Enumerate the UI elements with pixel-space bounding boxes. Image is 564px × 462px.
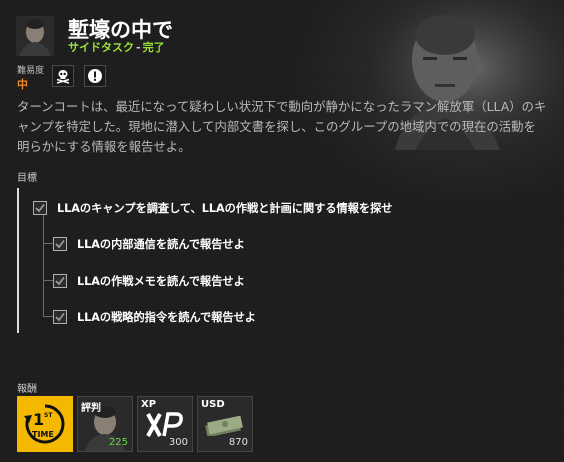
usd-label: USD [201, 399, 225, 410]
checkbox-checked-icon [53, 274, 67, 288]
reputation-value: 225 [108, 437, 128, 448]
first-time-suffix: ST [44, 412, 53, 419]
objective-text: LLAの内部通信を読んで報告せよ [77, 238, 245, 251]
rewards-row: 1 ST TIME 評判 225 XP 300 USD 870 [17, 396, 253, 454]
objective-text: LLAの作戦メモを読んで報告せよ [77, 275, 245, 288]
checkbox-checked-icon [53, 237, 67, 251]
status-separator: - [136, 41, 141, 54]
objective-sub: LLAの戦略的指令を読んで報告せよ [53, 309, 256, 325]
tree-connector [43, 212, 44, 316]
objective-sub: LLAの内部通信を読んで報告せよ [53, 236, 245, 252]
reward-reputation[interactable]: 評判 225 [77, 396, 133, 452]
xp-value: 300 [168, 437, 188, 448]
rewards-label: 報酬 [17, 384, 37, 395]
objective-sub: LLAの作戦メモを読んで報告せよ [53, 273, 245, 289]
reward-first-time[interactable]: 1 ST TIME [17, 396, 73, 452]
checkbox-checked-icon [53, 310, 67, 324]
usd-value: 870 [228, 437, 248, 448]
xp-label: XP [141, 399, 157, 410]
mission-status: サイドタスク - 完了 [68, 39, 165, 55]
tree-connector [43, 280, 53, 281]
mission-header: 塹壕の中で サイドタスク - 完了 [14, 12, 374, 60]
difficulty-label: 難易度 [17, 66, 45, 76]
skull-icon[interactable] [52, 65, 74, 87]
exclamation-icon[interactable] [84, 65, 106, 87]
reward-xp[interactable]: XP 300 [137, 396, 193, 452]
objectives-label: 目標 [17, 173, 37, 184]
first-time-label: TIME [32, 430, 54, 439]
cash-icon [205, 415, 243, 436]
difficulty-value: 中 [17, 78, 28, 91]
tree-connector [43, 243, 53, 244]
mission-giver-avatar [16, 16, 54, 56]
objectives-list: LLAのキャンプを調査して、LLAの作戦と計画に関する情報を探せ LLAの内部通… [17, 188, 547, 333]
xp-icon [146, 412, 183, 437]
reward-usd[interactable]: USD 870 [197, 396, 253, 452]
first-time-icon [24, 404, 65, 444]
status-text: 完了 [142, 41, 165, 54]
objective-text: LLAの戦略的指令を読んで報告せよ [77, 311, 256, 324]
tree-connector [43, 316, 53, 317]
objective-text: LLAのキャンプを調査して、LLAの作戦と計画に関する情報を探せ [57, 202, 393, 215]
checkbox-checked-icon [33, 201, 47, 215]
mission-description: ターンコートは、最近になって疑わしい状況下で動向が静かになったラマン解放軍（LL… [17, 99, 547, 154]
first-time-number: 1 [33, 410, 45, 429]
reputation-label: 評判 [81, 403, 101, 414]
objective-main: LLAのキャンプを調査して、LLAの作戦と計画に関する情報を探せ [33, 200, 392, 216]
mission-type: サイドタスク [68, 41, 134, 54]
